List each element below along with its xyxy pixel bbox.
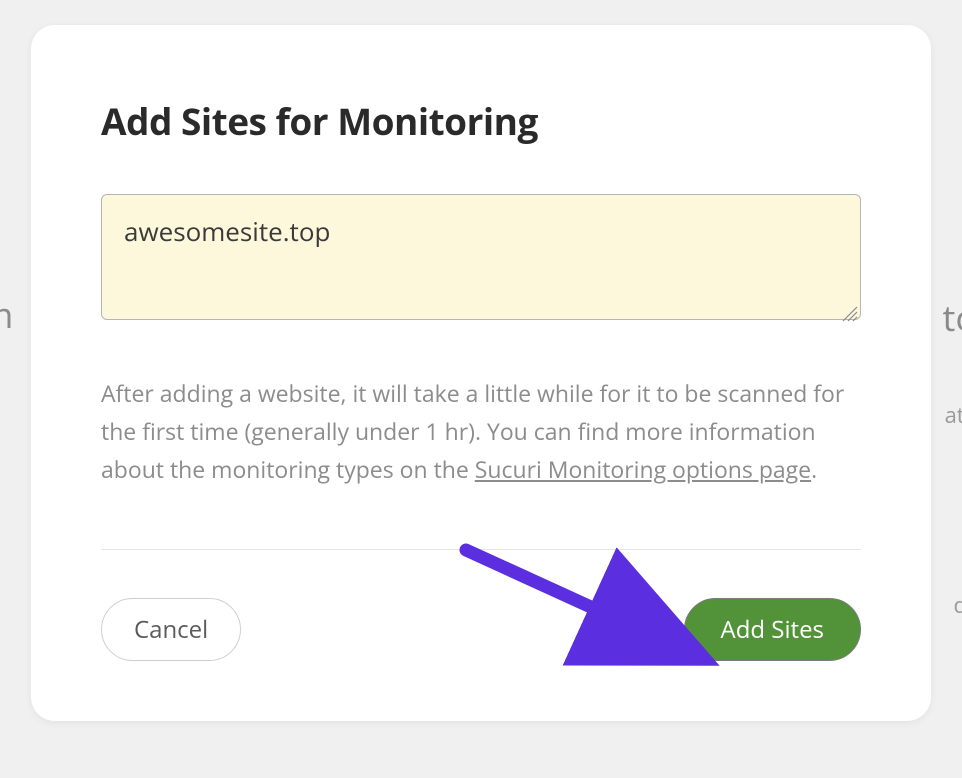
backdrop-text-fragment: d: [954, 590, 962, 620]
modal-title: Add Sites for Monitoring: [101, 95, 861, 146]
modal-description: After adding a website, it will take a l…: [101, 375, 861, 489]
divider: [101, 549, 861, 550]
add-sites-button[interactable]: Add Sites: [684, 598, 861, 661]
backdrop-text-fragment: ate: [945, 400, 962, 430]
backdrop-text-fragment: to: [943, 293, 962, 342]
backdrop-text-fragment: m: [0, 290, 13, 339]
textarea-wrapper: [101, 194, 861, 325]
description-suffix: .: [811, 453, 817, 485]
sites-input[interactable]: [101, 194, 861, 320]
add-sites-modal: Add Sites for Monitoring After adding a …: [31, 25, 931, 721]
monitoring-options-link[interactable]: Sucuri Monitoring options page: [475, 453, 811, 485]
cancel-button[interactable]: Cancel: [101, 598, 241, 661]
button-row: Cancel Add Sites: [101, 598, 861, 661]
